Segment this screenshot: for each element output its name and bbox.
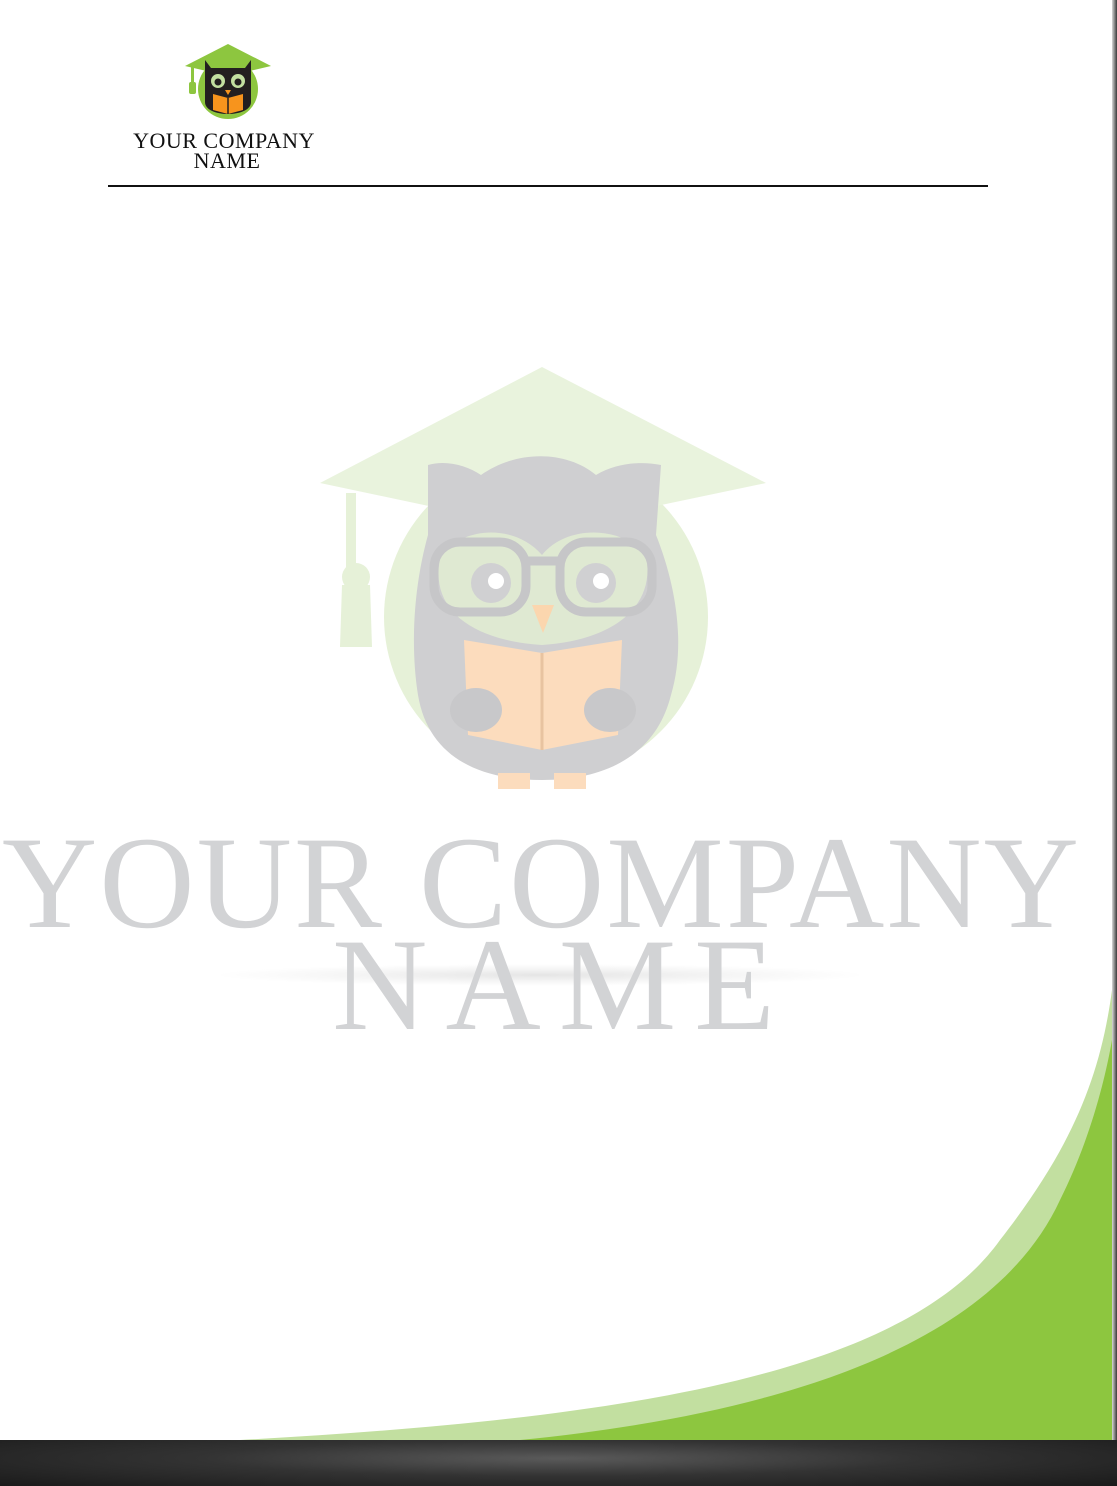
watermark-company-name-line2: NAME (332, 911, 793, 1058)
header-company-name-line2: NAME (193, 148, 261, 173)
page-edge-shadow (1112, 0, 1117, 1440)
graduation-owl-icon (185, 44, 271, 119)
page-bottom-shadow (0, 1440, 1117, 1486)
watermark-owl-icon (320, 367, 766, 789)
header-logo: YOUR COMPANY NAME (133, 42, 325, 173)
header-divider (108, 185, 988, 187)
